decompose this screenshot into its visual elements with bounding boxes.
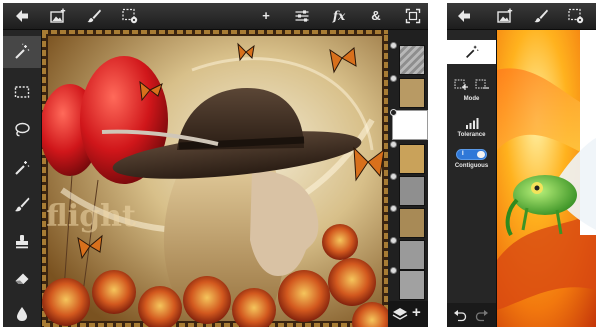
layer-visibility-dot[interactable]	[390, 173, 397, 180]
photo-canvas[interactable]	[497, 30, 596, 327]
tool-brush[interactable]	[3, 189, 41, 221]
new-selection-icon[interactable]	[454, 78, 468, 90]
canvas-overlay-text: flight	[46, 199, 136, 234]
layers-panel: +	[388, 30, 428, 327]
mode-label: Mode	[463, 96, 480, 102]
layer-thumb-8[interactable]	[399, 270, 425, 300]
tool-magic-wand[interactable]	[3, 152, 41, 184]
magic-wand-tool-active[interactable]	[447, 40, 496, 64]
layer-visibility-dot[interactable]	[390, 267, 397, 274]
selection-options-panel: Mode Tolerance I Contiguous	[447, 30, 497, 327]
layer-thumb-1[interactable]	[399, 45, 425, 75]
layer-thumb-2[interactable]	[399, 78, 425, 108]
selection-options-screenshot: Mode Tolerance I Contiguous	[447, 3, 596, 327]
canvas-artwork: flight	[42, 30, 388, 327]
add-button[interactable]: +	[257, 7, 275, 25]
magic-wand-icon	[15, 43, 30, 59]
tool-fill[interactable]	[3, 298, 41, 327]
contiguous-toggle[interactable]: I	[456, 149, 487, 160]
eraser-icon	[15, 273, 29, 284]
layer-thumb-6[interactable]	[399, 208, 425, 238]
image-plus-icon[interactable]	[49, 7, 67, 25]
marquee-icon	[14, 86, 30, 98]
drop-icon	[17, 307, 27, 321]
add-label: +	[262, 8, 270, 23]
layer-thumb-4[interactable]	[399, 144, 425, 174]
brush-icon[interactable]	[85, 7, 103, 25]
image-plus-icon[interactable]	[496, 7, 514, 25]
blend-button[interactable]: &	[367, 7, 385, 25]
subtract-selection-icon[interactable]	[475, 78, 489, 90]
layer-visibility-dot[interactable]	[390, 205, 397, 212]
layer-thumb-selected[interactable]	[392, 110, 428, 140]
selection-gear-icon[interactable]	[121, 7, 139, 25]
panel-footer	[447, 303, 496, 327]
brush-icon	[15, 197, 30, 212]
layer-visibility-dot[interactable]	[390, 109, 397, 116]
layer-visibility-dot[interactable]	[390, 42, 397, 49]
undo-icon[interactable]	[453, 309, 467, 322]
frame-expand-icon[interactable]	[404, 7, 422, 25]
magic-wand-icon	[465, 45, 479, 58]
tool-lasso[interactable]	[3, 114, 41, 146]
redo-icon[interactable]	[475, 309, 489, 322]
top-toolbar: + fx &	[3, 3, 428, 30]
layer-visibility-dot[interactable]	[390, 75, 397, 82]
selection-gear-icon[interactable]	[567, 7, 585, 25]
tool-marquee[interactable]	[3, 76, 41, 108]
layers-footer: +	[388, 301, 428, 327]
effects-button[interactable]: fx	[330, 7, 348, 25]
add-layer-button[interactable]: +	[412, 304, 421, 321]
arrow-left-icon[interactable]	[13, 7, 31, 25]
tolerance-bars-icon[interactable]	[465, 116, 479, 129]
photo-canvas[interactable]: flight	[42, 30, 388, 327]
brush-icon[interactable]	[532, 7, 550, 25]
lasso-icon	[15, 122, 30, 137]
tool-stamp[interactable]	[3, 226, 41, 258]
layer-visibility-dot[interactable]	[390, 141, 397, 148]
tool-magic-wand-active[interactable]	[3, 36, 41, 68]
tool-sidebar	[3, 30, 42, 327]
magic-wand-icon	[15, 161, 30, 175]
layers-stack-icon[interactable]	[392, 306, 408, 322]
layer-thumb-7[interactable]	[399, 240, 425, 270]
top-toolbar	[447, 3, 596, 30]
arrow-left-icon[interactable]	[455, 7, 473, 25]
editor-screenshot: + fx & flight +	[3, 3, 428, 327]
effects-label: fx	[332, 9, 346, 23]
tool-eraser[interactable]	[3, 262, 41, 294]
canvas-artwork	[497, 30, 596, 327]
layer-visibility-dot[interactable]	[390, 237, 397, 244]
tolerance-label: Tolerance	[457, 132, 486, 138]
contiguous-label: Contiguous	[454, 163, 489, 169]
layer-thumb-5[interactable]	[399, 176, 425, 206]
stamp-icon	[16, 235, 28, 249]
blend-label: &	[371, 8, 381, 23]
sliders-icon[interactable]	[293, 7, 311, 25]
